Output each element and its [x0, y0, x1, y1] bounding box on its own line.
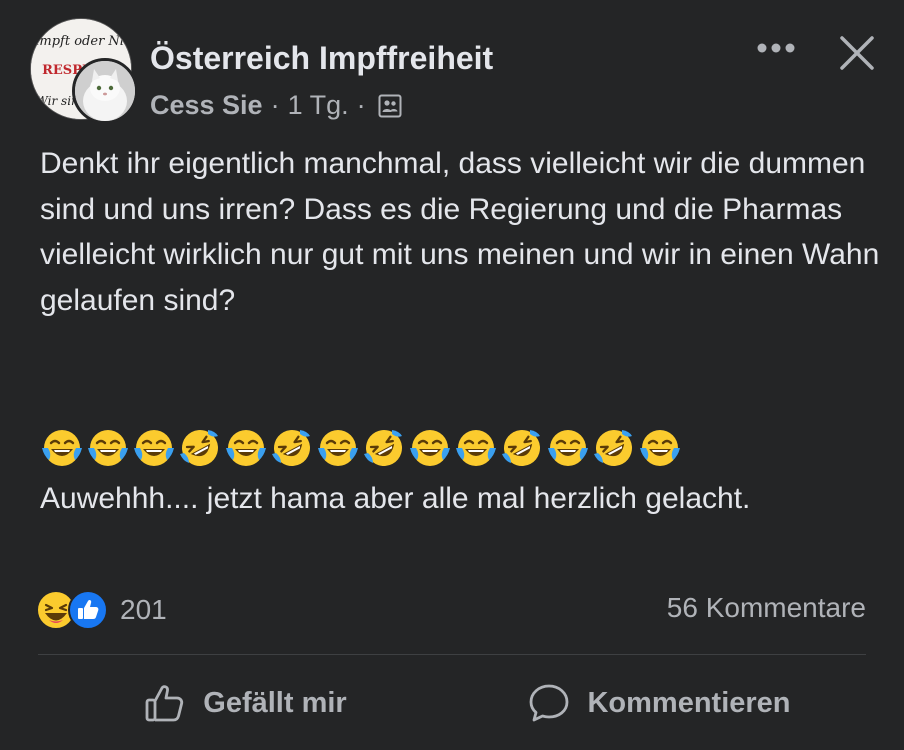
thumbs-up-icon — [145, 685, 184, 722]
post-time[interactable]: 1 Tg. — [288, 90, 349, 121]
like-button[interactable]: Gefällt mir — [38, 658, 452, 748]
tears-of-joy-emoji-icon — [410, 430, 450, 466]
divider — [38, 654, 866, 655]
action-bar: Gefällt mir Kommentieren — [38, 658, 866, 748]
tears-of-joy-emoji-icon — [88, 430, 128, 466]
tears-of-joy-emoji-icon — [548, 430, 588, 466]
comment-count[interactable]: 56 Kommentare — [667, 592, 866, 624]
rolling-laughing-emoji-icon — [180, 430, 218, 466]
tears-of-joy-emoji-icon — [318, 430, 358, 466]
close-button[interactable] — [832, 28, 882, 78]
tears-of-joy-emoji-icon — [226, 430, 266, 466]
reactions-summary[interactable]: 201 — [36, 590, 167, 630]
comment-button[interactable]: Kommentieren — [452, 658, 866, 748]
more-options-button[interactable] — [752, 28, 800, 68]
cat-photo-icon — [75, 61, 135, 121]
comment-label: Kommentieren — [587, 686, 791, 719]
group-audience-icon — [378, 94, 402, 117]
more-dots-icon — [757, 43, 795, 53]
reaction-count: 201 — [120, 594, 167, 625]
tears-of-joy-emoji-icon — [134, 430, 174, 466]
meta-separator: · — [270, 90, 280, 120]
comment-bubble-icon — [530, 684, 569, 722]
close-icon — [840, 36, 874, 70]
tears-of-joy-emoji-icon — [640, 430, 680, 466]
like-label: Gefällt mir — [203, 686, 347, 719]
group-name[interactable]: Österreich Impffreiheit — [150, 40, 493, 77]
meta-separator-2: · — [356, 90, 366, 120]
author-avatar[interactable] — [72, 58, 138, 124]
rolling-laughing-emoji-icon — [502, 430, 540, 466]
post-text-2: Auwehhh.... jetzt hama aber alle mal her… — [40, 482, 751, 515]
tears-of-joy-emoji-icon — [42, 430, 82, 466]
like-icon — [68, 590, 108, 630]
post-card: Geimpft oder Nicht RESPE Wir sind Österr… — [0, 0, 904, 750]
post-text: Denkt ihr eigentlich manchmal, dass viel… — [40, 147, 888, 317]
tears-of-joy-emoji-icon — [456, 430, 496, 466]
author-name[interactable]: Cess Sie — [150, 90, 263, 121]
rolling-laughing-emoji-icon — [594, 430, 632, 466]
rolling-laughing-emoji-icon — [272, 430, 310, 466]
rolling-laughing-emoji-icon — [364, 430, 402, 466]
post-meta: Cess Sie · 1 Tg. · — [150, 90, 402, 121]
emoji-row — [40, 426, 682, 470]
avatar-text-top: Geimpft oder Nicht — [31, 34, 131, 49]
